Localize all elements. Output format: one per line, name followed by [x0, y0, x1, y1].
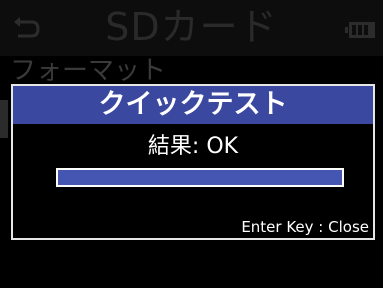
progress-bar [56, 168, 344, 187]
dialog-title: クイックテスト [13, 86, 373, 124]
menu-item-format[interactable]: フォーマット [10, 54, 166, 88]
progress-fill [58, 170, 342, 185]
header-bar: SDカード [0, 0, 383, 56]
battery-icon [345, 22, 375, 38]
quick-test-dialog: クイックテスト 結果: OK Enter Key : Close [11, 84, 375, 240]
close-hint[interactable]: Enter Key : Close [241, 218, 369, 236]
menu-cursor [0, 100, 8, 138]
result-text: 結果: OK [147, 134, 239, 159]
screen-title: SDカード [105, 5, 278, 49]
